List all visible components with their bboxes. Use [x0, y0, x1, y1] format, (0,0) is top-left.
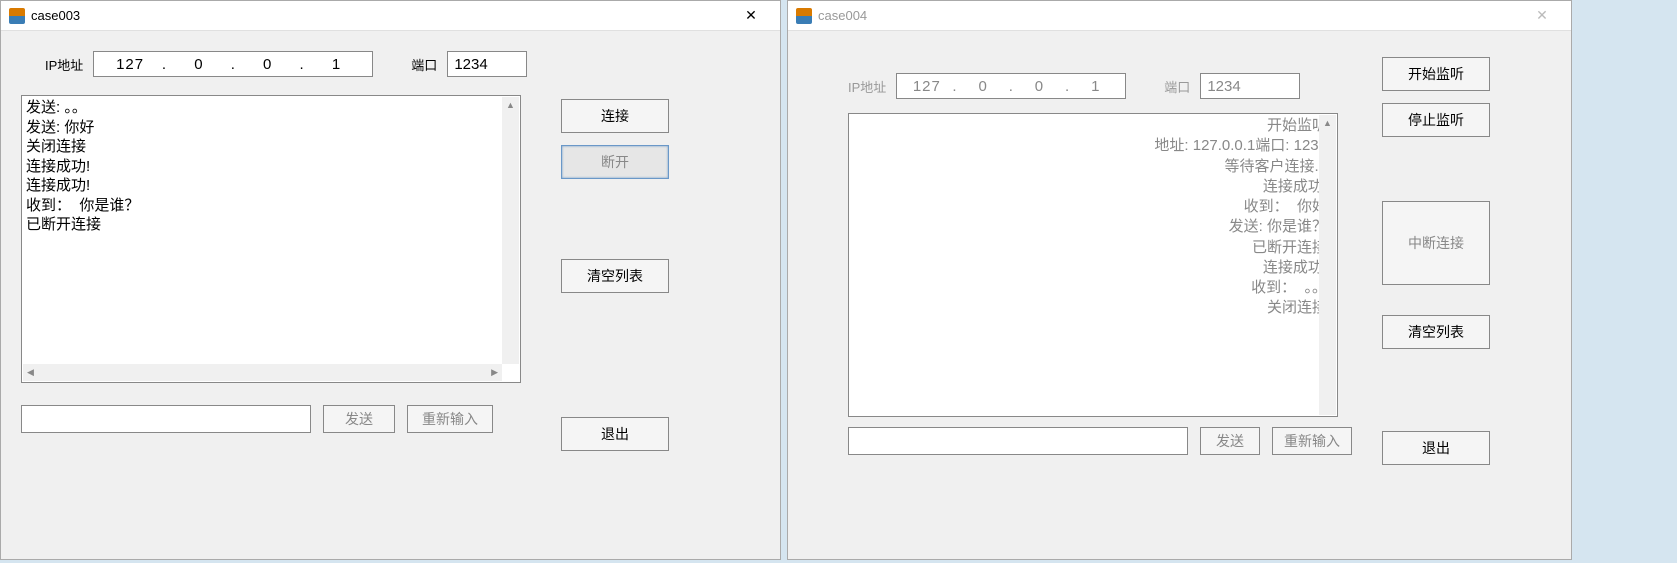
scrollbar-vertical[interactable]: ▲	[1319, 115, 1336, 415]
log-line: 发送: 你是谁？	[853, 217, 1327, 237]
scroll-left-icon[interactable]: ◀	[27, 367, 34, 379]
ip-input[interactable]: 127 . 0 . 0 . 1	[896, 73, 1126, 99]
scroll-up-icon[interactable]: ▲	[1319, 115, 1336, 132]
ip-seg-4: 1	[309, 56, 365, 73]
ip-input[interactable]: 127 . 0 . 0 . 1	[93, 51, 373, 77]
stop-listen-button[interactable]: 停止监听	[1382, 103, 1490, 137]
exit-button[interactable]: 退出	[1382, 431, 1490, 465]
connect-button[interactable]: 连接	[561, 99, 669, 133]
log-line: 已断开连接	[26, 215, 516, 235]
log-list[interactable]: 开始监听 地址: 127.0.0.1端口: 1234 等待客户连接... 连接成…	[848, 113, 1338, 417]
ip-seg-1: 127	[102, 56, 158, 73]
log-line: 等待客户连接...	[853, 157, 1327, 177]
scroll-up-icon[interactable]: ▲	[502, 97, 519, 114]
clear-list-button[interactable]: 清空列表	[1382, 315, 1490, 349]
message-input[interactable]	[21, 405, 311, 433]
log-line: 连接成功!	[26, 157, 516, 177]
log-line: 地址: 127.0.0.1端口: 1234	[853, 136, 1327, 156]
log-line: 发送: 。。	[26, 98, 516, 118]
interrupt-connection-button[interactable]: 中断连接	[1382, 201, 1490, 285]
ip-seg-2: 0	[171, 56, 227, 73]
port-label: 端口	[411, 55, 437, 74]
log-line: 连接成功!	[853, 177, 1327, 197]
log-line: 发送: 你好	[26, 118, 516, 138]
send-button[interactable]: 发送	[1200, 427, 1260, 455]
window-case004: case004 ✕ IP地址 127 . 0 . 0 . 1	[787, 0, 1572, 560]
ip-seg-3: 0	[240, 56, 296, 73]
close-icon[interactable]: ✕	[1521, 4, 1563, 28]
client-area-left: IP地址 127 . 0 . 0 . 1 端口 发送: 。。 发送: 你好 关闭…	[1, 31, 780, 559]
log-line: 关闭连接	[26, 137, 516, 157]
window-case003: case003 ✕ IP地址 127 . 0 . 0 . 1 端口 发送: 。。	[0, 0, 781, 560]
port-input[interactable]	[1200, 73, 1300, 99]
window-title: case003	[31, 8, 730, 23]
port-input[interactable]	[447, 51, 527, 77]
reinput-button[interactable]: 重新输入	[407, 405, 493, 433]
log-line: 连接成功!	[853, 258, 1327, 278]
titlebar-right[interactable]: case004 ✕	[788, 1, 1571, 31]
ip-seg-3: 0	[1018, 78, 1061, 95]
start-listen-button[interactable]: 开始监听	[1382, 57, 1490, 91]
exit-button[interactable]: 退出	[561, 417, 669, 451]
log-line: 开始监听	[853, 116, 1327, 136]
log-line: 收到： 。。	[853, 278, 1327, 298]
ip-seg-1: 127	[905, 78, 948, 95]
scrollbar-horizontal[interactable]: ◀ ▶	[23, 364, 502, 381]
log-line: 收到： 你好	[853, 197, 1327, 217]
log-list[interactable]: 发送: 。。 发送: 你好 关闭连接 连接成功! 连接成功! 收到： 你是谁？ …	[21, 95, 521, 383]
app-icon	[9, 8, 25, 24]
window-title: case004	[818, 8, 1521, 23]
clear-list-button[interactable]: 清空列表	[561, 259, 669, 293]
ip-label: IP地址	[45, 55, 83, 74]
app-icon	[796, 8, 812, 24]
log-line: 连接成功!	[26, 176, 516, 196]
scrollbar-vertical[interactable]: ▲	[502, 97, 519, 364]
send-button[interactable]: 发送	[323, 405, 395, 433]
ip-label: IP地址	[848, 77, 886, 96]
log-line: 已断开连接	[853, 238, 1327, 258]
reinput-button[interactable]: 重新输入	[1272, 427, 1352, 455]
desktop-spacer	[1572, 0, 1677, 563]
titlebar-left[interactable]: case003 ✕	[1, 1, 780, 31]
port-label: 端口	[1164, 77, 1190, 96]
ip-seg-4: 1	[1074, 78, 1117, 95]
client-area-right: IP地址 127 . 0 . 0 . 1 端口 开始监听	[788, 31, 1571, 559]
log-line: 收到： 你是谁？	[26, 196, 516, 216]
close-icon[interactable]: ✕	[730, 4, 772, 28]
ip-seg-2: 0	[962, 78, 1005, 95]
message-input[interactable]	[848, 427, 1188, 455]
disconnect-button[interactable]: 断开	[561, 145, 669, 179]
scroll-right-icon[interactable]: ▶	[491, 367, 498, 379]
log-line: 关闭连接	[853, 298, 1327, 318]
